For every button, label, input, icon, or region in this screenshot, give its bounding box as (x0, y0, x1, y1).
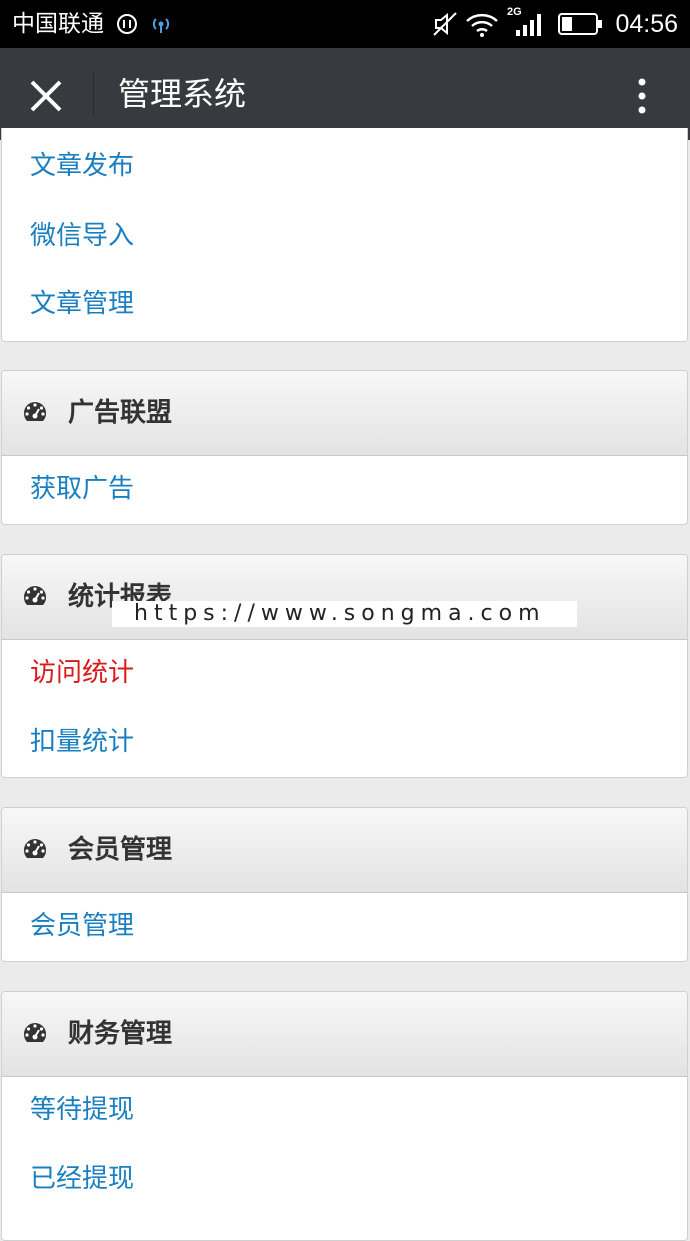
section-members: 会员管理 会员管理 (1, 807, 688, 962)
mute-icon (433, 12, 457, 36)
title-divider (93, 72, 94, 116)
menu-link-visit-stats[interactable]: 访问统计 (30, 655, 134, 691)
wifi-icon (466, 13, 498, 37)
status-bar: 中国联通 2G 04:56 (0, 0, 690, 48)
section-ad-alliance: 广告联盟 获取广告 (1, 370, 688, 525)
menu-link-get-ads[interactable]: 获取广告 (30, 471, 134, 507)
dashboard-icon (23, 586, 47, 605)
section-header[interactable]: 财务管理 (2, 992, 687, 1077)
battery-icon (558, 13, 602, 35)
page-title: 管理系统 (118, 75, 247, 113)
menu-link-member-manage[interactable]: 会员管理 (30, 908, 134, 944)
section-header[interactable]: 广告联盟 (2, 371, 687, 456)
section-header[interactable]: 会员管理 (2, 808, 687, 893)
section-title: 会员管理 (68, 835, 173, 865)
title-bar: 管理系统 (0, 48, 690, 140)
signal-broadcast-icon (152, 18, 170, 33)
cell-signal-icon (516, 14, 541, 36)
section-title: 财务管理 (68, 1019, 173, 1049)
close-icon[interactable] (22, 72, 70, 120)
carrier-name: 中国联通 (12, 11, 104, 37)
section-header[interactable]: 统计报表 (2, 555, 687, 640)
section-articles: 文章发布 微信导入 文章管理 (1, 128, 688, 342)
hd-icon (117, 14, 137, 34)
menu-link-pending-withdrawal[interactable]: 等待提现 (30, 1092, 134, 1128)
dashboard-icon (23, 1023, 47, 1042)
clock: 04:56 (615, 10, 678, 38)
dashboard-icon (23, 839, 47, 858)
section-finance: 财务管理 等待提现 已经提现 (1, 991, 688, 1241)
menu-link-completed-withdrawal[interactable]: 已经提现 (30, 1161, 134, 1197)
more-vert-icon[interactable] (630, 72, 654, 120)
dashboard-icon (23, 402, 47, 421)
menu-link-article-publish[interactable]: 文章发布 (30, 148, 134, 184)
menu-link-article-manage[interactable]: 文章管理 (30, 286, 134, 322)
menu-link-wechat-import[interactable]: 微信导入 (30, 218, 134, 254)
menu-link-deduction-stats[interactable]: 扣量统计 (30, 724, 134, 760)
section-title: 广告联盟 (68, 398, 173, 428)
section-statistics: 统计报表 访问统计 扣量统计 (1, 554, 688, 778)
watermark-text: https://www.songma.com (112, 601, 577, 627)
